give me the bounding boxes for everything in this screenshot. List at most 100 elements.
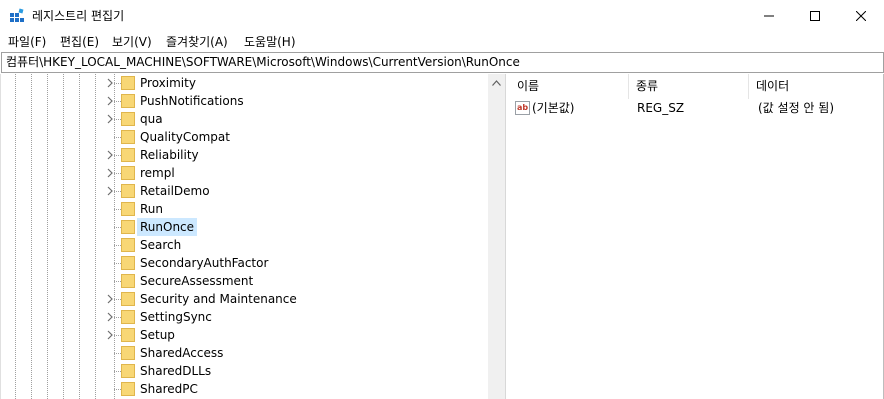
chevron-right-icon[interactable] — [105, 293, 115, 305]
close-icon — [856, 10, 866, 21]
tree-item[interactable]: SharedDLLs — [1, 362, 488, 380]
folder-icon — [121, 238, 135, 252]
tree-item[interactable]: qua — [1, 110, 488, 128]
tree-item[interactable]: SecondaryAuthFactor — [1, 254, 488, 272]
tree-item-label: SecureAssessment — [140, 274, 254, 288]
close-button[interactable] — [838, 0, 884, 31]
tree-item[interactable]: Reliability — [1, 146, 488, 164]
address-path[interactable]: 컴퓨터\HKEY_LOCAL_MACHINE\SOFTWARE\Microsof… — [6, 55, 520, 70]
tree-connector-line — [114, 263, 121, 264]
menu-edit[interactable]: 편집(E) — [60, 34, 99, 50]
tree-item-label: QualityCompat — [140, 130, 230, 144]
tree-item-label: Reliability — [140, 148, 199, 162]
column-header-type[interactable]: 종류 — [629, 74, 749, 99]
tree-item[interactable]: Search — [1, 236, 488, 254]
maximize-button[interactable] — [792, 0, 838, 31]
tree-item[interactable]: PushNotifications — [1, 92, 488, 110]
window-title: 레지스트리 편집기 — [32, 9, 125, 23]
title-bar: 레지스트리 편집기 — [0, 0, 884, 31]
tree-connector-line — [114, 299, 121, 300]
folder-icon — [121, 148, 135, 162]
tree-item[interactable]: rempl — [1, 164, 488, 182]
chevron-right-icon[interactable] — [105, 329, 115, 341]
column-header-data[interactable]: 데이터 — [749, 74, 884, 99]
key-tree[interactable]: Proximity PushNotifications qua QualityComp… — [0, 74, 488, 399]
tree-connector-line — [114, 389, 121, 390]
minimize-icon — [764, 15, 774, 16]
tree-connector-line — [114, 371, 121, 372]
menu-favorites[interactable]: 즐겨찾기(A) — [166, 34, 228, 50]
tree-item-label: PushNotifications — [140, 94, 244, 108]
tree-item[interactable]: Run — [1, 200, 488, 218]
scroll-up-button[interactable] — [488, 74, 505, 91]
chevron-right-icon[interactable] — [105, 77, 115, 89]
column-header-name[interactable]: 이름 — [510, 74, 629, 99]
folder-icon — [121, 130, 135, 144]
tree-connector-line — [114, 281, 121, 282]
folder-icon — [121, 112, 135, 126]
menu-view[interactable]: 보기(V) — [112, 34, 152, 50]
tree-connector-line — [114, 335, 121, 336]
chevron-right-icon[interactable] — [105, 167, 115, 179]
tree-item-label: Security and Maintenance — [140, 292, 297, 306]
folder-icon — [121, 94, 135, 108]
folder-icon — [121, 310, 135, 324]
tree-item[interactable]: Proximity — [1, 74, 488, 92]
folder-icon — [121, 166, 135, 180]
svg-text:ab: ab — [517, 103, 528, 112]
menu-file[interactable]: 파일(F) — [8, 34, 46, 50]
tree-item[interactable]: Setup — [1, 326, 488, 344]
tree-item-label: SharedAccess — [140, 346, 224, 360]
folder-icon — [121, 184, 135, 198]
value-list[interactable]: 이름 종류 데이터 ab (기본값) REG_SZ (값 설정 안 됨) — [510, 74, 884, 399]
tree-item-label: SettingSync — [140, 310, 212, 324]
tree-connector-line — [114, 245, 121, 246]
value-data: (값 설정 안 됨) — [758, 101, 835, 115]
tree-item-label: RunOnce — [137, 218, 198, 236]
folder-icon — [121, 220, 135, 234]
folder-icon — [121, 256, 135, 270]
tree-item-label: Setup — [140, 328, 175, 342]
tree-item-label: Proximity — [140, 76, 196, 90]
tree-item-label: Run — [140, 202, 164, 216]
tree-item[interactable]: RetailDemo — [1, 182, 488, 200]
menu-help[interactable]: 도움말(H) — [244, 34, 296, 50]
minimize-button[interactable] — [746, 0, 792, 31]
tree-item[interactable]: SecureAssessment — [1, 272, 488, 290]
folder-icon — [121, 364, 135, 378]
tree-item[interactable]: SharedAccess — [1, 344, 488, 362]
folder-icon — [121, 328, 135, 342]
menu-bar: 파일(F) 편집(E) 보기(V) 즐겨찾기(A) 도움말(H) — [0, 31, 884, 52]
folder-icon — [121, 274, 135, 288]
tree-item[interactable]: RunOnce — [1, 218, 488, 236]
tree-connector-line — [114, 209, 121, 210]
tree-scrollbar[interactable] — [488, 74, 505, 399]
tree-connector-line — [114, 317, 121, 318]
chevron-right-icon[interactable] — [105, 185, 115, 197]
registry-editor-icon — [10, 8, 24, 22]
value-row[interactable]: ab (기본값) REG_SZ (값 설정 안 됨) — [510, 99, 884, 117]
tree-connector-line — [114, 353, 121, 354]
tree-item[interactable]: SharedPC — [1, 380, 488, 398]
tree-item-label: Search — [140, 238, 182, 252]
tree-item[interactable]: QualityCompat — [1, 128, 488, 146]
tree-connector-line — [114, 173, 121, 174]
chevron-right-icon[interactable] — [105, 95, 115, 107]
tree-connector-line — [114, 83, 121, 84]
folder-icon — [121, 76, 135, 90]
chevron-right-icon[interactable] — [105, 113, 115, 125]
chevron-up-icon — [492, 79, 501, 86]
tree-item-label: SecondaryAuthFactor — [140, 256, 269, 270]
chevron-right-icon[interactable] — [105, 149, 115, 161]
tree-connector-line — [114, 191, 121, 192]
address-bar[interactable]: 컴퓨터\HKEY_LOCAL_MACHINE\SOFTWARE\Microsof… — [1, 52, 884, 73]
tree-item[interactable]: SettingSync — [1, 308, 488, 326]
folder-icon — [121, 382, 135, 396]
tree-item[interactable]: Security and Maintenance — [1, 290, 488, 308]
tree-connector-line — [114, 119, 121, 120]
chevron-right-icon[interactable] — [105, 311, 115, 323]
tree-connector-line — [114, 155, 121, 156]
value-name: (기본값) — [532, 101, 575, 115]
tree-item-label: qua — [140, 112, 163, 126]
tree-connector-line — [114, 227, 121, 228]
